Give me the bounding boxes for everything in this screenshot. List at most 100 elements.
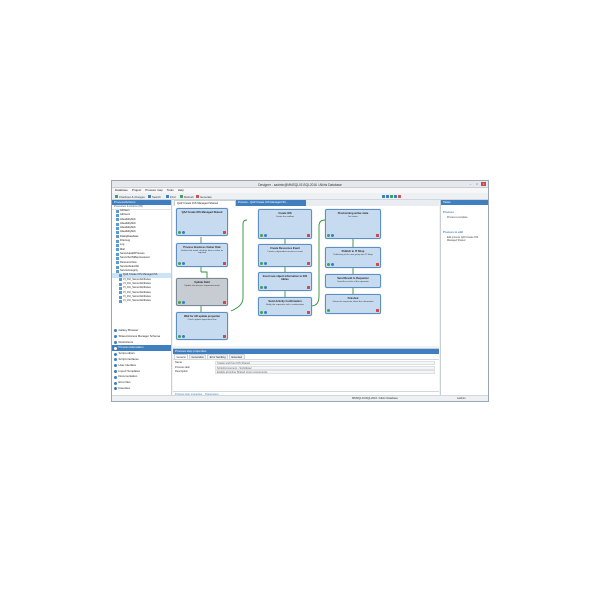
nav-icon bbox=[114, 387, 117, 391]
process-node[interactable]: Insert new object information to IOS tab… bbox=[258, 272, 312, 291]
success-port-icon bbox=[260, 234, 263, 237]
description-field[interactable]: Enable all online Shared group component… bbox=[215, 370, 435, 375]
info-port-icon bbox=[331, 234, 334, 237]
tasks-section-process: Process Process a template bbox=[443, 210, 487, 219]
error-port-icon bbox=[307, 234, 310, 237]
nav-icon bbox=[114, 346, 117, 350]
folder-icon bbox=[116, 239, 119, 243]
folder-icon bbox=[119, 278, 122, 282]
success-port-icon bbox=[260, 262, 263, 265]
refresh-icon bbox=[180, 195, 183, 198]
error-port-icon bbox=[307, 286, 310, 289]
process-node[interactable]: Create Resources Event Create a dependen… bbox=[258, 244, 312, 267]
info-port-icon bbox=[182, 231, 185, 234]
tasks-section-edit: Process to edit Edit process QA# Create … bbox=[443, 230, 487, 242]
folder-icon bbox=[116, 265, 119, 269]
process-node[interactable]: Create IOS Create the mailbox bbox=[258, 209, 312, 239]
process-canvas[interactable]: QA# Create IOS Managed Shared Process Bu… bbox=[173, 206, 439, 346]
process-node-start[interactable]: QA# Create IOS Managed Shared bbox=[176, 208, 228, 236]
status-bar: MMSQL01\SQL2016 / Altiris Database sadmi… bbox=[112, 395, 488, 401]
nav-icon bbox=[114, 364, 117, 368]
grid-icon bbox=[394, 195, 397, 198]
nav-icon bbox=[114, 329, 117, 333]
error-port-icon bbox=[376, 234, 379, 237]
property-description: Description Enable all online Shared gro… bbox=[175, 370, 437, 375]
subtab-generation[interactable]: Generation bbox=[188, 354, 207, 359]
search-button[interactable]: Search bbox=[148, 195, 161, 199]
info-port-icon bbox=[264, 234, 267, 237]
checkout-button[interactable]: Checkout & changes bbox=[115, 195, 145, 199]
error-port-icon bbox=[223, 301, 226, 304]
close-button[interactable]: × bbox=[481, 182, 486, 186]
folder-icon bbox=[116, 213, 119, 217]
find-icon bbox=[166, 195, 169, 198]
tasks-title: Tasks bbox=[441, 200, 488, 205]
folder-icon bbox=[119, 286, 122, 290]
tasks-panel: Tasks Process Process a template Process… bbox=[440, 200, 488, 396]
process-node[interactable]: Send Result to Requester Send the result… bbox=[325, 274, 381, 288]
zoom-tools[interactable] bbox=[382, 195, 401, 199]
zoom-out-icon bbox=[386, 195, 389, 198]
edit-process-link[interactable]: Edit process QA# Create IOS Managed Shar… bbox=[443, 236, 487, 242]
tree-item-label: VI_OU_ServerAttributes bbox=[123, 299, 151, 303]
success-port-icon bbox=[327, 263, 330, 266]
process-node-selected[interactable]: Update Field Update the process requeste… bbox=[176, 278, 228, 306]
navigation-list: Gallery Browser Shared Access Manager Sch… bbox=[112, 328, 171, 392]
success-port-icon bbox=[178, 301, 181, 304]
folder-icon bbox=[116, 218, 119, 222]
success-port-icon bbox=[260, 311, 263, 314]
subtab-extended[interactable]: Extended bbox=[228, 354, 245, 359]
folder-icon bbox=[116, 261, 119, 265]
process-node-end[interactable]: Finished Inform the requester about the … bbox=[325, 294, 381, 314]
folder-icon bbox=[116, 256, 119, 260]
process-node[interactable]: Provisioning active state Set status bbox=[325, 209, 381, 239]
folder-icon bbox=[116, 235, 119, 239]
properties-panel: Process step properties General Generati… bbox=[173, 348, 439, 396]
search-icon bbox=[148, 195, 151, 198]
process-node[interactable]: Send Activity Confirmation Notify the re… bbox=[258, 297, 312, 316]
left-panel: Process/Actions Processes & Actions (55)… bbox=[112, 200, 172, 396]
process-node[interactable]: Process Business Owner Rule Verifies tha… bbox=[176, 243, 228, 267]
tree-item[interactable]: VI_OU_ServerAttributes bbox=[112, 299, 171, 303]
success-port-icon bbox=[178, 335, 181, 338]
folder-icon bbox=[116, 222, 119, 226]
connector bbox=[310, 219, 326, 307]
title-bar: Designer - sadmin@MMSQL01\SQL2016 / Alti… bbox=[112, 181, 488, 188]
folder-icon bbox=[116, 269, 119, 273]
info-port-icon bbox=[264, 262, 267, 265]
error-port-icon bbox=[307, 311, 310, 314]
folder-icon bbox=[119, 299, 122, 303]
folder-icon bbox=[116, 244, 119, 248]
info-port-icon bbox=[182, 262, 185, 265]
status-database: MMSQL01\SQL2016 / Altiris Database bbox=[352, 397, 398, 400]
maximize-button[interactable]: □ bbox=[475, 182, 480, 186]
error-port-icon bbox=[223, 335, 226, 338]
delete-icon bbox=[398, 195, 401, 198]
folder-icon bbox=[119, 291, 122, 295]
process-tree: AllUsers AdUsers AlteabilityMdt Alteability… bbox=[112, 209, 171, 328]
window-title: Designer - sadmin@MMSQL01\SQL2016 / Alti… bbox=[258, 182, 342, 187]
process-template-link[interactable]: Process a template bbox=[443, 216, 487, 219]
checkout-icon bbox=[115, 195, 118, 198]
generate-button[interactable]: Generate bbox=[196, 195, 212, 199]
refresh-button[interactable]: Refresh bbox=[180, 195, 194, 199]
success-port-icon bbox=[327, 234, 330, 237]
nav-icon bbox=[114, 369, 117, 373]
error-port-icon bbox=[307, 262, 310, 265]
nav-icon bbox=[114, 375, 117, 379]
process-node[interactable]: Publish to IT Shop Publishing of the new… bbox=[325, 247, 381, 268]
subtab-error-handling[interactable]: Error handling bbox=[207, 354, 228, 359]
error-port-icon bbox=[223, 262, 226, 265]
find-button[interactable]: Find bbox=[166, 195, 175, 199]
nav-item[interactable]: Favorites bbox=[112, 386, 171, 392]
connector bbox=[230, 219, 248, 312]
error-port-icon bbox=[223, 231, 226, 234]
subtab-general[interactable]: General bbox=[174, 354, 188, 359]
minimize-button[interactable]: – bbox=[468, 182, 473, 186]
success-port-icon bbox=[327, 309, 330, 312]
info-port-icon bbox=[182, 301, 185, 304]
folder-icon bbox=[119, 274, 122, 278]
status-user: sadmin bbox=[457, 397, 466, 400]
process-node[interactable]: Wait for AD update propertier Check upda… bbox=[176, 312, 228, 340]
toolbar: Checkout & changes Search Find Refresh G… bbox=[112, 193, 488, 200]
